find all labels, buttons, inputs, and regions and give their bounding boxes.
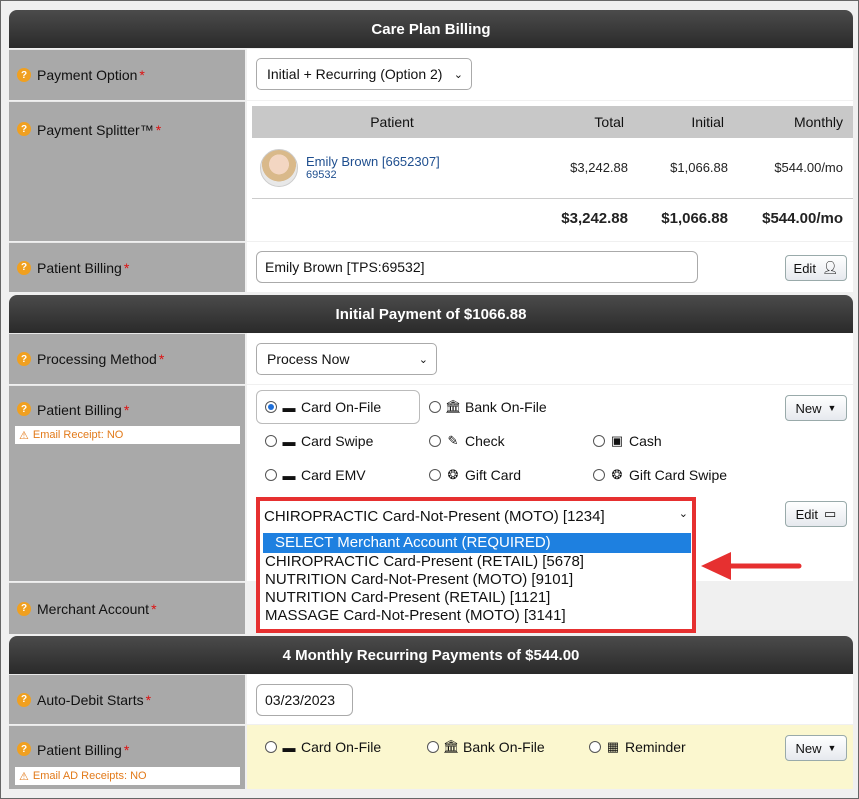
initial-payment-title: Initial Payment of $1066.88 — [335, 305, 527, 323]
card-emv-radio[interactable]: ▬ Card EMV — [265, 467, 366, 483]
sum-initial: $1,066.88 — [661, 209, 728, 227]
patient-billing-field[interactable]: Emily Brown [TPS:69532] — [256, 251, 698, 283]
gift-icon: ❂ — [611, 467, 623, 482]
credit-card-icon: ▬ — [282, 399, 296, 415]
new-button[interactable]: New ▼ — [785, 735, 847, 761]
help-icon[interactable]: ? — [17, 260, 31, 275]
row-total: $3,242.88 — [570, 160, 628, 176]
payment-option-label: ? Payment Option * — [9, 49, 245, 100]
edit-billing-button[interactable]: Edit 👤︎ — [785, 255, 847, 281]
new-button[interactable]: New ▼ — [785, 395, 847, 421]
column-header: Patient — [252, 106, 532, 138]
help-icon[interactable]: ? — [17, 601, 31, 616]
merchant-options-list: SELECT Merchant Account (REQUIRED) CHIRO… — [263, 533, 691, 625]
edit-card-button[interactable]: Edit ▭ — [785, 501, 847, 527]
user-icon: 👤︎ — [821, 260, 839, 275]
gift-card-swipe-radio[interactable]: ❂ Gift Card Swipe — [593, 467, 727, 483]
monthly-reminder-radio[interactable]: ▦ Reminder — [589, 739, 686, 755]
card-on-file-radio[interactable]: ▬ Card On-File — [265, 399, 381, 415]
monthly-billing-cell: New ▼ — [247, 725, 853, 789]
monthly-payments-header: 4 Monthly Recurring Payments of $544.00 — [9, 636, 853, 674]
arrow-left-icon — [701, 552, 802, 580]
row-monthly: $544.00/mo — [774, 160, 843, 176]
care-plan-billing-header: Care Plan Billing — [9, 10, 853, 48]
row-initial: $1,066.88 — [670, 160, 728, 176]
payment-option-select[interactable]: Initial + Recurring (Option 2) ⌄ — [256, 58, 472, 90]
initial-payment-header: Initial Payment of $1066.88 — [9, 295, 853, 333]
chevron-down-icon: ⌄ — [678, 508, 688, 520]
payment-splitter-label: ? Payment Splitter™ * — [9, 101, 245, 241]
care-plan-billing-title: Care Plan Billing — [371, 20, 491, 38]
calendar-icon: ▦ — [606, 739, 620, 754]
auto-debit-label: ? Auto-Debit Starts * — [9, 674, 245, 724]
caret-down-icon: ▼ — [827, 403, 837, 413]
patient-id: 69532 — [306, 169, 337, 182]
column-header: Initial — [642, 106, 742, 138]
warning-icon: ⚠ — [19, 770, 29, 783]
column-header: Total — [532, 106, 642, 138]
merchant-option[interactable]: NUTRITION Card-Present (RETAIL) [1121] — [263, 589, 691, 607]
caret-down-icon: ▼ — [827, 743, 837, 753]
help-icon[interactable]: ? — [17, 402, 31, 416]
cash-radio[interactable]: ▣ Cash — [593, 433, 662, 449]
check-radio[interactable]: ✎ Check — [429, 433, 505, 449]
pen-icon: ✎ — [447, 433, 459, 448]
patient-billing-label: ? Patient Billing * — [9, 242, 245, 292]
warning-icon: ⚠ — [19, 429, 29, 442]
monthly-payments-title: 4 Monthly Recurring Payments of $544.00 — [282, 646, 580, 664]
gift-icon: ❂ — [447, 467, 459, 482]
help-icon[interactable]: ? — [17, 742, 31, 756]
patient-name-link[interactable]: Emily Brown [6652307] — [306, 154, 440, 169]
auto-debit-date-field[interactable]: 03/23/2023 — [256, 684, 353, 716]
initial-patient-billing-label: ? Patient Billing * — [9, 385, 245, 581]
help-icon[interactable]: ? — [17, 122, 31, 136]
table-row: Emily Brown [6652307] 69532 $3,242.88 $1… — [252, 138, 853, 198]
credit-card-icon: ▬ — [282, 433, 296, 449]
chevron-down-icon: ⌄ — [418, 354, 428, 366]
patient-billing-cell: Emily Brown [TPS:69532] Edit 👤︎ — [247, 242, 853, 292]
avatar — [260, 148, 298, 187]
help-icon[interactable]: ? — [17, 692, 31, 707]
merchant-option[interactable]: CHIROPRACTIC Card-Present (RETAIL) [5678… — [263, 553, 691, 571]
processing-method-label: ? Processing Method * — [9, 333, 245, 384]
chevron-down-icon: ⌄ — [453, 69, 463, 81]
credit-card-icon: ▬ — [282, 467, 296, 483]
merchant-account-label: ? Merchant Account * — [9, 582, 245, 634]
totals-row: $3,242.88 $1,066.88 $544.00/mo — [252, 198, 853, 238]
bank-icon: 🏛︎ — [445, 399, 462, 414]
bank-on-file-radio[interactable]: 🏛︎ Bank On-File — [429, 399, 547, 415]
processing-method-select[interactable]: Process Now ⌄ — [256, 343, 437, 375]
money-icon: ▣ — [610, 433, 624, 448]
monthly-card-on-file-radio[interactable]: ▬ Card On-File — [265, 739, 381, 755]
processing-method-cell: Process Now ⌄ — [247, 333, 853, 384]
care-plan-billing-panel: Care Plan Billing ? Payment Option * Init… — [0, 0, 859, 799]
merchant-option[interactable]: SELECT Merchant Account (REQUIRED) — [263, 533, 691, 553]
help-icon[interactable]: ? — [17, 68, 31, 82]
help-icon[interactable]: ? — [17, 352, 31, 366]
merchant-option[interactable]: NUTRITION Card-Not-Present (MOTO) [9101] — [263, 571, 691, 589]
auto-debit-cell: 03/23/2023 — [247, 674, 853, 724]
payment-splitter-table: Patient Total Initial Monthly Emily Brow… — [252, 106, 853, 238]
merchant-option[interactable]: MASSAGE Card-Not-Present (MOTO) [3141] — [263, 607, 691, 625]
sum-monthly: $544.00/mo — [762, 209, 843, 227]
email-receipt-warning: ⚠ Email Receipt: NO — [15, 426, 240, 444]
merchant-account-select[interactable]: CHIROPRACTIC Card-Not-Present (MOTO) [12… — [260, 501, 692, 531]
gift-card-radio[interactable]: ❂ Gift Card — [429, 467, 521, 483]
sum-total: $3,242.88 — [561, 209, 628, 227]
credit-card-icon: ▭ — [824, 506, 837, 521]
payment-option-cell: Initial + Recurring (Option 2) ⌄ — [247, 49, 853, 100]
column-header: Monthly — [742, 106, 853, 138]
credit-card-icon: ▬ — [282, 739, 296, 755]
email-ad-warning: ⚠ Email AD Receipts: NO — [15, 767, 240, 785]
card-swipe-radio[interactable]: ▬ Card Swipe — [265, 433, 373, 449]
monthly-bank-on-file-radio[interactable]: 🏛︎ Bank On-File — [427, 739, 545, 755]
bank-icon: 🏛︎ — [443, 739, 460, 754]
